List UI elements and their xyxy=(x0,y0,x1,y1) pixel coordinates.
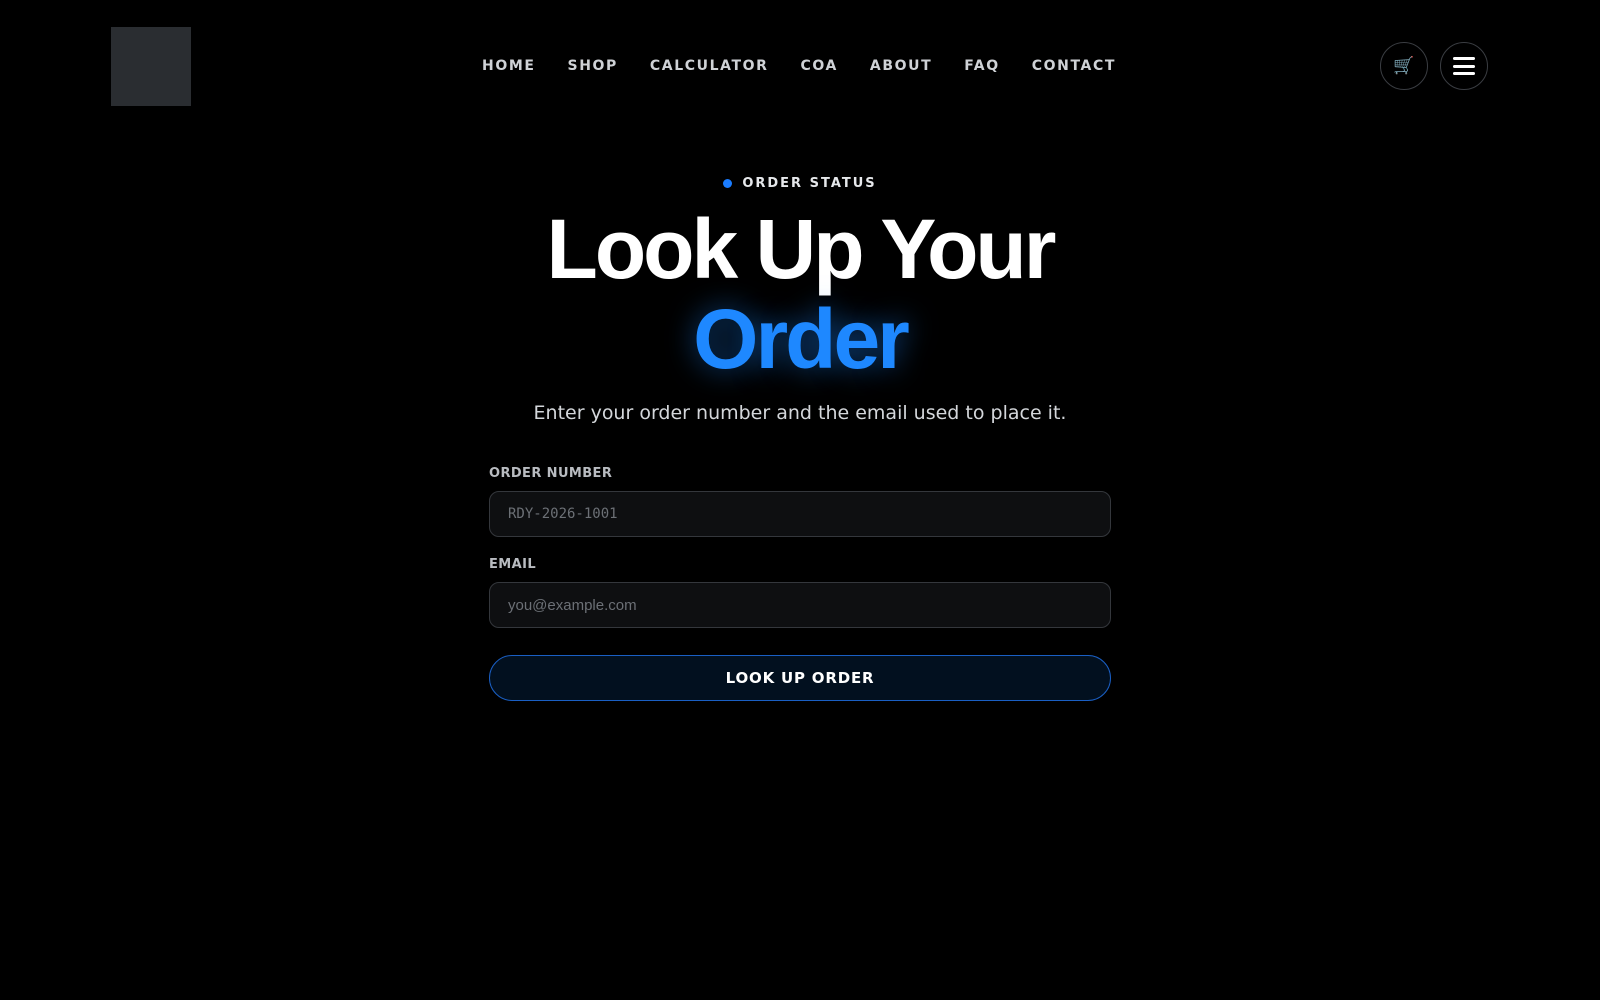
nav-item-about[interactable]: ABOUT xyxy=(870,54,932,78)
nav-item-calculator[interactable]: CALCULATOR xyxy=(650,54,769,78)
nav-item-coa[interactable]: COA xyxy=(800,54,837,78)
eyebrow: ORDER STATUS xyxy=(0,176,1600,191)
page-title-line1: Look Up Your xyxy=(546,202,1057,296)
menu-button[interactable] xyxy=(1440,42,1488,90)
page-title-highlight: Order xyxy=(693,292,910,386)
page-title: Look Up Your Order xyxy=(0,204,1600,384)
hamburger-menu-icon xyxy=(1453,57,1475,75)
nav-items: HOME SHOP CALCULATOR COA ABOUT FAQ CONTA… xyxy=(482,54,1116,78)
order-number-label: ORDER NUMBER xyxy=(489,466,613,481)
nav-item-faq[interactable]: FAQ xyxy=(964,54,1000,78)
look-up-order-button[interactable]: LOOK UP ORDER xyxy=(489,655,1111,701)
cart-icon: 🛒 xyxy=(1393,56,1415,76)
order-number-input[interactable] xyxy=(489,491,1111,537)
order-lookup-form: ORDER NUMBER EMAIL LOOK UP ORDER xyxy=(489,466,1111,701)
nav-item-home[interactable]: HOME xyxy=(482,54,536,78)
nav-item-shop[interactable]: SHOP xyxy=(568,54,618,78)
email-label: EMAIL xyxy=(489,557,536,572)
status-dot-icon xyxy=(723,179,733,188)
email-group: EMAIL xyxy=(489,557,1111,628)
eyebrow-label: ORDER STATUS xyxy=(742,176,877,191)
cart-button[interactable]: 🛒 xyxy=(1380,42,1428,90)
email-input[interactable] xyxy=(489,582,1111,628)
nav-item-contact[interactable]: CONTACT xyxy=(1032,54,1116,78)
page: HOME SHOP CALCULATOR COA ABOUT FAQ CONTA… xyxy=(0,0,1600,1000)
main-nav: HOME SHOP CALCULATOR COA ABOUT FAQ CONTA… xyxy=(0,54,1600,78)
page-subtitle: Enter your order number and the email us… xyxy=(533,402,1067,424)
